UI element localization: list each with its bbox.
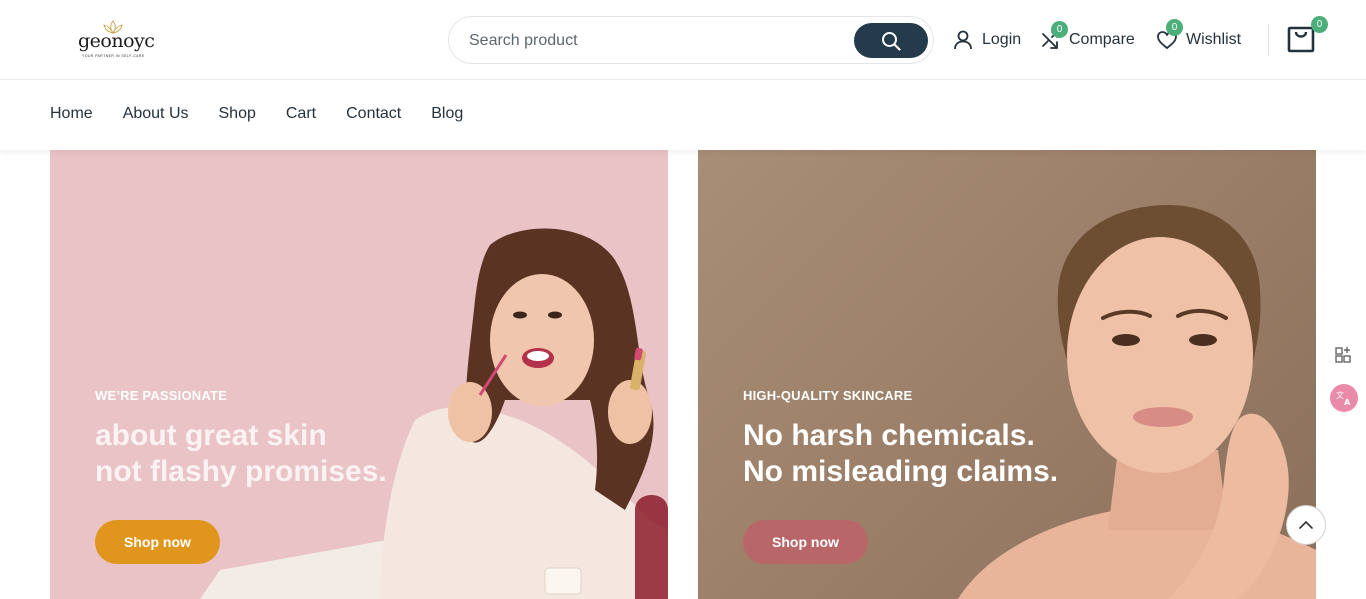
apps-widget-button[interactable] bbox=[1330, 340, 1358, 368]
chevron-up-icon bbox=[1299, 520, 1313, 529]
nav-item-contact[interactable]: Contact bbox=[346, 105, 401, 123]
promo-banner-skincare: HIGH-QUALITY SKINCARE No harsh chemicals… bbox=[698, 150, 1316, 599]
nav-item-about-us[interactable]: About Us bbox=[123, 105, 189, 123]
banner-title-line: not flashy promises. bbox=[95, 455, 387, 488]
cart-button[interactable]: 0 bbox=[1286, 16, 1328, 53]
nav-item-shop[interactable]: Shop bbox=[219, 105, 256, 123]
banner-title-line: No harsh chemicals. bbox=[743, 419, 1035, 452]
logo-tagline: YOUR PARTNER IN SELF-CARE bbox=[82, 54, 145, 58]
compare-label: Compare bbox=[1069, 31, 1135, 48]
banner-kicker: HIGH-QUALITY SKINCARE bbox=[743, 388, 913, 403]
compare-count-badge: 0 bbox=[1051, 21, 1068, 38]
shop-now-button[interactable]: Shop now bbox=[743, 520, 868, 564]
translate-icon: 文 A bbox=[1336, 390, 1351, 407]
nav-item-home[interactable]: Home bbox=[50, 105, 93, 123]
search-input[interactable] bbox=[469, 29, 849, 53]
svg-text:A: A bbox=[1344, 398, 1351, 407]
promo-banner-passionate: WE’RE PASSIONATE about great skin not fl… bbox=[50, 150, 668, 599]
svg-text:文: 文 bbox=[1336, 390, 1344, 400]
apps-icon bbox=[1335, 347, 1351, 363]
banner-title: No harsh chemicals. No misleading claims… bbox=[743, 418, 1058, 490]
banner-title: about great skin not flashy promises. bbox=[95, 418, 387, 490]
banner-kicker: WE’RE PASSIONATE bbox=[95, 388, 228, 403]
search-bar bbox=[448, 16, 934, 64]
search-icon bbox=[882, 31, 901, 51]
wishlist-label: Wishlist bbox=[1186, 31, 1242, 48]
logo-wordmark: geonoyc bbox=[78, 30, 155, 52]
header-divider bbox=[1268, 24, 1269, 56]
translate-widget-button[interactable]: 文 A bbox=[1330, 384, 1358, 412]
main-nav: Home About Us Shop Cart Contact Blog bbox=[0, 80, 1366, 150]
search-button[interactable] bbox=[854, 23, 928, 58]
scroll-to-top-button[interactable] bbox=[1286, 505, 1326, 545]
wishlist-link[interactable]: 0 Wishlist bbox=[1156, 19, 1242, 56]
nav-item-blog[interactable]: Blog bbox=[431, 105, 463, 123]
wishlist-count-badge: 0 bbox=[1166, 19, 1183, 36]
login-link[interactable]: Login bbox=[952, 24, 1021, 56]
shop-now-button[interactable]: Shop now bbox=[95, 520, 220, 564]
brand-logo[interactable]: geonoyc YOUR PARTNER IN SELF-CARE bbox=[78, 20, 155, 62]
banner-title-line: about great skin bbox=[95, 419, 327, 452]
banner-title-line: No misleading claims. bbox=[743, 455, 1059, 488]
site-header: geonoyc YOUR PARTNER IN SELF-CARE Login … bbox=[0, 0, 1366, 80]
nav-item-cart[interactable]: Cart bbox=[286, 105, 316, 123]
user-icon bbox=[954, 30, 972, 50]
compare-link[interactable]: 0 Compare bbox=[1041, 21, 1135, 56]
login-label: Login bbox=[982, 31, 1022, 48]
cart-count-badge: 0 bbox=[1311, 16, 1328, 33]
